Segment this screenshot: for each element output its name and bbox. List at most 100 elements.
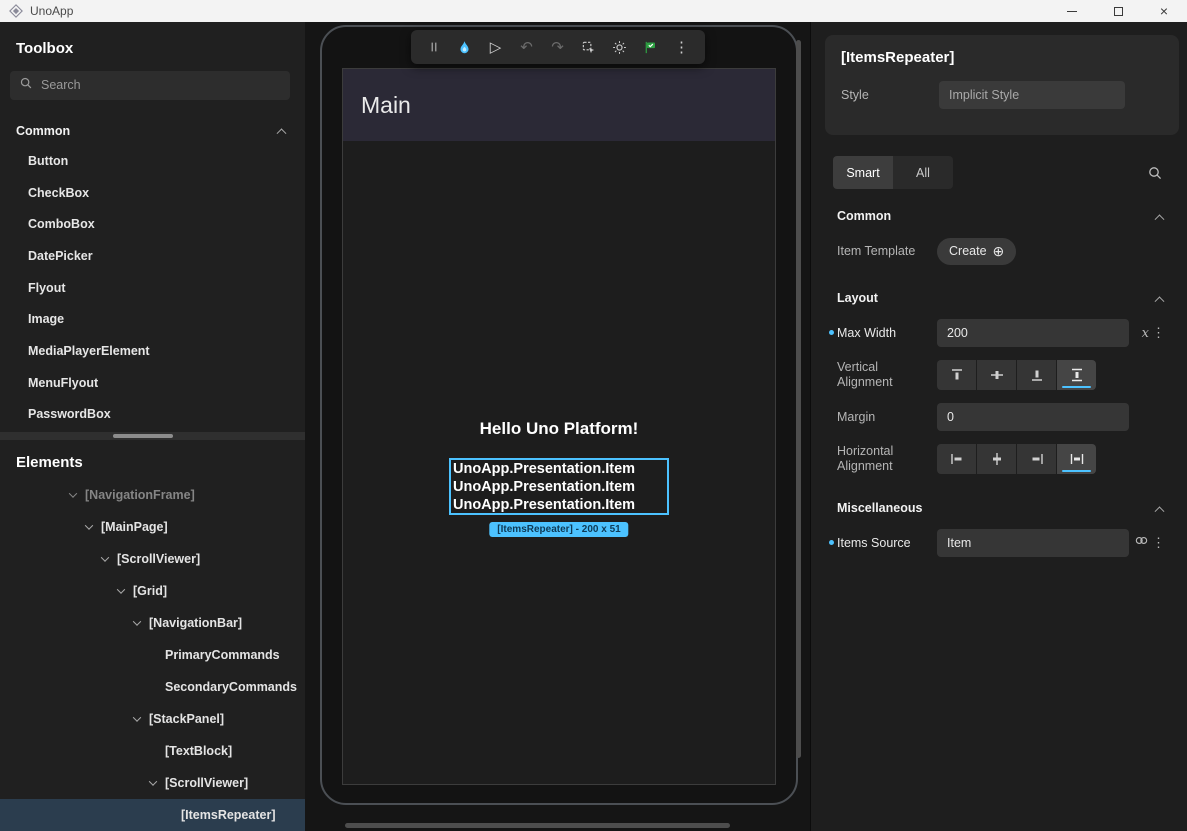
x-bind-icon[interactable]: x (1142, 326, 1149, 341)
align-right-button[interactable] (1017, 444, 1056, 474)
window-controls: × (1049, 0, 1187, 22)
search-icon (19, 76, 33, 95)
repeater-item[interactable]: UnoApp.Presentation.Item (453, 478, 667, 496)
margin-row: Margin (811, 397, 1187, 437)
toolbox-search[interactable] (10, 71, 290, 100)
maximize-button[interactable] (1095, 0, 1141, 22)
section-common[interactable]: Common (811, 201, 1187, 231)
toolbox-item-combobox[interactable]: ComboBox (0, 209, 305, 241)
tree-item-textblock[interactable]: [TextBlock] (0, 735, 305, 767)
section-miscellaneous-label: Miscellaneous (837, 501, 922, 515)
chevron-spacer (150, 748, 156, 754)
tree-item-navigationbar[interactable]: [NavigationBar] (0, 607, 305, 639)
chevron-down-icon[interactable] (149, 777, 157, 785)
toolbox-item-menuflyout[interactable]: MenuFlyout (0, 367, 305, 399)
tree-item-label: [Grid] (133, 584, 167, 598)
repeater-item[interactable]: UnoApp.Presentation.Item (453, 496, 667, 514)
chevron-down-icon[interactable] (101, 553, 109, 561)
properties-tabs: Smart All (833, 156, 1163, 189)
style-input[interactable] (939, 81, 1125, 109)
toolbox-item-passwordbox[interactable]: PasswordBox (0, 398, 305, 430)
toolbox-item-mediaplayerelement[interactable]: MediaPlayerElement (0, 335, 305, 367)
more-icon[interactable]: ⋮ (1152, 535, 1165, 551)
section-layout[interactable]: Layout (811, 283, 1187, 313)
drag-handle-icon[interactable] (421, 34, 447, 60)
more-icon[interactable]: ⋮ (1152, 325, 1165, 341)
toolbox-item-datepicker[interactable]: DatePicker (0, 240, 305, 272)
style-label: Style (841, 88, 939, 102)
canvas-vertical-scrollbar[interactable] (796, 40, 801, 758)
align-center-vertical-button[interactable] (977, 360, 1016, 390)
properties-search-icon[interactable] (1147, 165, 1163, 181)
margin-label: Margin (837, 410, 937, 425)
tree-item-label: [NavigationBar] (149, 616, 242, 630)
chevron-down-icon[interactable] (133, 617, 141, 625)
element-picker-icon[interactable] (576, 34, 602, 60)
stretch-vertical-button[interactable] (1057, 360, 1096, 390)
toolbox-item-image[interactable]: Image (0, 303, 305, 335)
tree-item-secondarycommands[interactable]: SecondaryCommands (0, 671, 305, 703)
toolbox-title: Toolbox (0, 40, 305, 57)
tree-item-scrollviewer[interactable]: [ScrollViewer] (0, 543, 305, 575)
max-width-label: Max Width (837, 326, 937, 341)
more-options-icon[interactable]: ⋮ (669, 34, 695, 60)
tab-smart[interactable]: Smart (833, 156, 893, 189)
maximize-icon (1114, 7, 1123, 16)
scrollbar-thumb[interactable] (113, 434, 173, 438)
chevron-down-icon[interactable] (85, 521, 93, 529)
tree-item-primarycommands[interactable]: PrimaryCommands (0, 639, 305, 671)
hot-reload-flame-icon[interactable] (452, 34, 478, 60)
max-width-input[interactable] (937, 319, 1129, 347)
create-item-template-button[interactable]: Create ⊕ (937, 238, 1016, 265)
align-center-horizontal-button[interactable] (977, 444, 1016, 474)
minimize-button[interactable] (1049, 0, 1095, 22)
toolbox-item-checkbox[interactable]: CheckBox (0, 177, 305, 209)
close-button[interactable]: × (1141, 0, 1187, 22)
tree-item-label: [TextBlock] (165, 744, 232, 758)
left-sidebar: Toolbox Common Button CheckBox ComboBox … (0, 22, 305, 831)
preview-hello-text[interactable]: Hello Uno Platform! (343, 419, 775, 439)
canvas-horizontal-scrollbar[interactable] (345, 823, 730, 828)
margin-input[interactable] (937, 403, 1129, 431)
tree-item-navigationframe[interactable]: [NavigationFrame] (0, 479, 305, 511)
app-window: UnoApp × Toolbox Common Button CheckBox … (0, 0, 1187, 831)
align-top-button[interactable] (937, 360, 976, 390)
device-frame: Main Hello Uno Platform! UnoApp.Presenta… (320, 25, 798, 805)
preview-body[interactable]: Hello Uno Platform! UnoApp.Presentation.… (343, 141, 775, 784)
play-icon[interactable]: ▷ (483, 34, 509, 60)
preview-navbar[interactable]: Main (343, 69, 775, 141)
items-source-label: Items Source (837, 536, 937, 551)
stretch-horizontal-button[interactable] (1057, 444, 1096, 474)
undo-icon[interactable]: ↶ (514, 34, 540, 60)
align-bottom-button[interactable] (1017, 360, 1056, 390)
section-miscellaneous[interactable]: Miscellaneous (811, 493, 1187, 523)
redo-icon[interactable]: ↷ (545, 34, 571, 60)
binding-icon[interactable] (1134, 533, 1149, 553)
tree-item-mainpage[interactable]: [MainPage] (0, 511, 305, 543)
toolbox-search-input[interactable] (41, 78, 281, 92)
theme-icon[interactable] (607, 34, 633, 60)
toolbox-item-button[interactable]: Button (0, 145, 305, 177)
tree-item-label: [StackPanel] (149, 712, 224, 726)
toolbox-item-flyout[interactable]: Flyout (0, 272, 305, 304)
chevron-down-icon[interactable] (69, 489, 77, 497)
section-layout-label: Layout (837, 291, 878, 305)
close-icon: × (1160, 4, 1168, 18)
tree-item-itemsrepeater[interactable]: [ItemsRepeater] (0, 799, 305, 831)
items-source-input[interactable] (937, 529, 1129, 557)
toolbox-section-common[interactable]: Common (0, 116, 305, 146)
align-left-button[interactable] (937, 444, 976, 474)
app-preview[interactable]: Main Hello Uno Platform! UnoApp.Presenta… (342, 68, 776, 785)
selected-itemsrepeater-outline[interactable]: UnoApp.Presentation.Item UnoApp.Presenta… (449, 458, 669, 515)
tree-item-grid[interactable]: [Grid] (0, 575, 305, 607)
toolbox-horizontal-scrollbar[interactable] (0, 432, 305, 440)
chevron-down-icon[interactable] (133, 713, 141, 721)
repeater-item[interactable]: UnoApp.Presentation.Item (453, 460, 667, 478)
tree-item-label: [ScrollViewer] (165, 776, 248, 790)
tab-all[interactable]: All (893, 156, 953, 189)
checkered-flag-icon[interactable] (638, 34, 664, 60)
tree-item-stackpanel[interactable]: [StackPanel] (0, 703, 305, 735)
design-canvas[interactable]: Main Hello Uno Platform! UnoApp.Presenta… (305, 22, 810, 831)
tree-item-scrollviewer-2[interactable]: [ScrollViewer] (0, 767, 305, 799)
chevron-down-icon[interactable] (117, 585, 125, 593)
